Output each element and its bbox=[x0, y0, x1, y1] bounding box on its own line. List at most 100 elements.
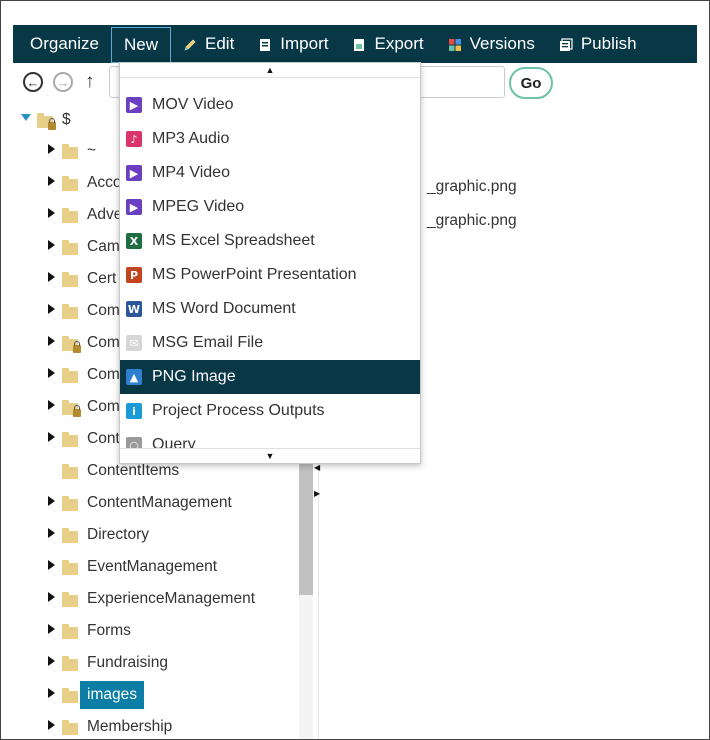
expand-arrow-icon[interactable] bbox=[48, 208, 55, 218]
tree-item-label: EventManagement bbox=[87, 558, 218, 575]
tree-item-label: Com bbox=[87, 302, 120, 319]
dropdown-item-label: MOV Video bbox=[152, 96, 234, 113]
folder-icon bbox=[62, 207, 78, 223]
dropdown-item-label: MS Excel Spreadsheet bbox=[152, 232, 315, 249]
tree-item-label: Cam bbox=[87, 238, 120, 255]
tree-item-label: Fundraising bbox=[87, 654, 168, 671]
tree-item-label: Directory bbox=[87, 526, 150, 543]
app-frame: Organize New Edit Import Export Versions bbox=[0, 0, 710, 740]
tree-item[interactable]: ContentManagement bbox=[48, 489, 232, 517]
expand-arrow-icon[interactable] bbox=[48, 560, 55, 570]
collapse-right-arrow-icon[interactable]: ▶ bbox=[314, 489, 320, 498]
tree-item[interactable]: ExperienceManagement bbox=[48, 585, 255, 613]
tree-item-label: Cont bbox=[87, 430, 120, 447]
tree-item-label: Com bbox=[87, 334, 120, 351]
forward-arrow-icon[interactable]: → bbox=[53, 72, 73, 92]
tree-item[interactable]: Cert bbox=[48, 265, 117, 293]
video-icon: ▶ bbox=[126, 165, 142, 181]
expand-arrow-icon[interactable] bbox=[48, 240, 55, 250]
tree-item[interactable]: EventManagement bbox=[48, 553, 218, 581]
dropdown-item-label: MS PowerPoint Presentation bbox=[152, 266, 357, 283]
tree-item[interactable]: Membership bbox=[48, 713, 172, 739]
menu-publish[interactable]: Publish bbox=[547, 27, 649, 61]
tree-item[interactable]: Adve bbox=[48, 201, 122, 229]
expand-arrow-icon[interactable] bbox=[48, 656, 55, 666]
tree-root[interactable]: $ bbox=[21, 106, 71, 134]
tree-item[interactable]: Acco bbox=[48, 169, 122, 197]
import-doc-icon bbox=[258, 37, 272, 51]
lock-icon bbox=[48, 117, 56, 130]
menu-versions[interactable]: Versions bbox=[436, 27, 547, 61]
video-icon: ▶ bbox=[126, 97, 142, 113]
expand-arrow-icon[interactable] bbox=[48, 624, 55, 634]
dropdown-item[interactable]: P MS PowerPoint Presentation bbox=[120, 258, 420, 292]
tree-item-label: Cert bbox=[87, 270, 117, 287]
tree-item[interactable]: Directory bbox=[48, 521, 150, 549]
tree-item-label: Com bbox=[87, 366, 120, 383]
folder-icon bbox=[62, 591, 78, 607]
tree-item[interactable]: Com bbox=[48, 329, 120, 357]
menu-import[interactable]: Import bbox=[246, 27, 340, 61]
expand-arrow-icon[interactable] bbox=[48, 368, 55, 378]
dropdown-item[interactable]: W MS Word Document bbox=[120, 292, 420, 326]
folder-icon bbox=[62, 175, 78, 191]
expand-arrow-icon[interactable] bbox=[48, 432, 55, 442]
tree-item-label: ContentItems bbox=[87, 462, 180, 479]
menu-export[interactable]: Export bbox=[340, 27, 435, 61]
menubar: Organize New Edit Import Export Versions bbox=[13, 25, 697, 63]
expand-arrow-icon[interactable] bbox=[48, 720, 55, 730]
expand-arrow-icon[interactable] bbox=[48, 688, 55, 698]
dropdown-item[interactable]: ▶ MPEG Video bbox=[120, 190, 420, 224]
dropdown-item-label: MP4 Video bbox=[152, 164, 230, 181]
tree-item[interactable]: Cont bbox=[48, 425, 120, 453]
tree-item[interactable]: Com bbox=[48, 361, 120, 389]
menu-new-label: New bbox=[123, 34, 158, 54]
menu-new[interactable]: New bbox=[110, 26, 171, 63]
file-item[interactable]: _graphic.png bbox=[427, 178, 517, 196]
tree-item[interactable]: ~ bbox=[48, 137, 96, 165]
audio-icon: ♪ bbox=[126, 131, 142, 147]
dropdown-item-label: MSG Email File bbox=[152, 334, 264, 351]
expanded-arrow-icon[interactable] bbox=[21, 114, 31, 121]
dropdown-item[interactable]: ▶ MP4 Video bbox=[120, 156, 420, 190]
expand-arrow-icon[interactable] bbox=[48, 144, 55, 154]
expand-arrow-icon[interactable] bbox=[48, 528, 55, 538]
tree-item[interactable]: Com bbox=[48, 297, 120, 325]
expand-arrow-icon[interactable] bbox=[48, 400, 55, 410]
versions-grid-icon bbox=[448, 37, 462, 51]
dropdown-item[interactable]: ▶ MOV Video bbox=[120, 88, 420, 122]
tree-item[interactable]: Cam bbox=[48, 233, 120, 261]
tree-item[interactable]: Com bbox=[48, 393, 120, 421]
menu-organize[interactable]: Organize bbox=[13, 27, 111, 61]
scroll-up-arrow-icon[interactable]: ▲ bbox=[120, 63, 420, 78]
menu-import-label: Import bbox=[280, 34, 329, 53]
tree-item[interactable]: Forms bbox=[48, 617, 131, 645]
export-doc-icon bbox=[352, 37, 366, 51]
dropdown-item-label: Project Process Outputs bbox=[152, 402, 325, 419]
dropdown-item[interactable]: i Project Process Outputs bbox=[120, 394, 420, 428]
expand-arrow-icon[interactable] bbox=[48, 336, 55, 346]
folder-icon bbox=[62, 655, 78, 671]
collapse-left-arrow-icon[interactable]: ◀ bbox=[314, 463, 320, 472]
expand-arrow-icon[interactable] bbox=[48, 304, 55, 314]
dropdown-item[interactable]: ✉ MSG Email File bbox=[120, 326, 420, 360]
back-arrow-icon[interactable]: ← bbox=[23, 72, 43, 92]
menu-export-label: Export bbox=[374, 34, 424, 53]
expand-arrow-icon[interactable] bbox=[48, 496, 55, 506]
tree-item[interactable]: images bbox=[48, 681, 144, 709]
dropdown-item[interactable]: ♪ MP3 Audio bbox=[120, 122, 420, 156]
scroll-down-arrow-icon[interactable]: ▼ bbox=[120, 448, 420, 463]
expand-arrow-icon[interactable] bbox=[48, 592, 55, 602]
file-item[interactable]: _graphic.png bbox=[427, 212, 517, 230]
dropdown-item[interactable]: ▲ PNG Image bbox=[120, 360, 420, 394]
folder-icon bbox=[62, 527, 78, 543]
expand-arrow-icon[interactable] bbox=[48, 272, 55, 282]
tree-item[interactable]: Fundraising bbox=[48, 649, 168, 677]
menu-edit[interactable]: Edit bbox=[171, 27, 246, 61]
go-button[interactable]: Go bbox=[509, 67, 553, 99]
up-arrow-icon[interactable]: ↑ bbox=[85, 71, 95, 93]
dropdown-item[interactable]: X MS Excel Spreadsheet bbox=[120, 224, 420, 258]
expand-arrow-icon[interactable] bbox=[48, 176, 55, 186]
tree-item-label: Acco bbox=[87, 174, 122, 191]
folder-icon bbox=[62, 143, 78, 159]
